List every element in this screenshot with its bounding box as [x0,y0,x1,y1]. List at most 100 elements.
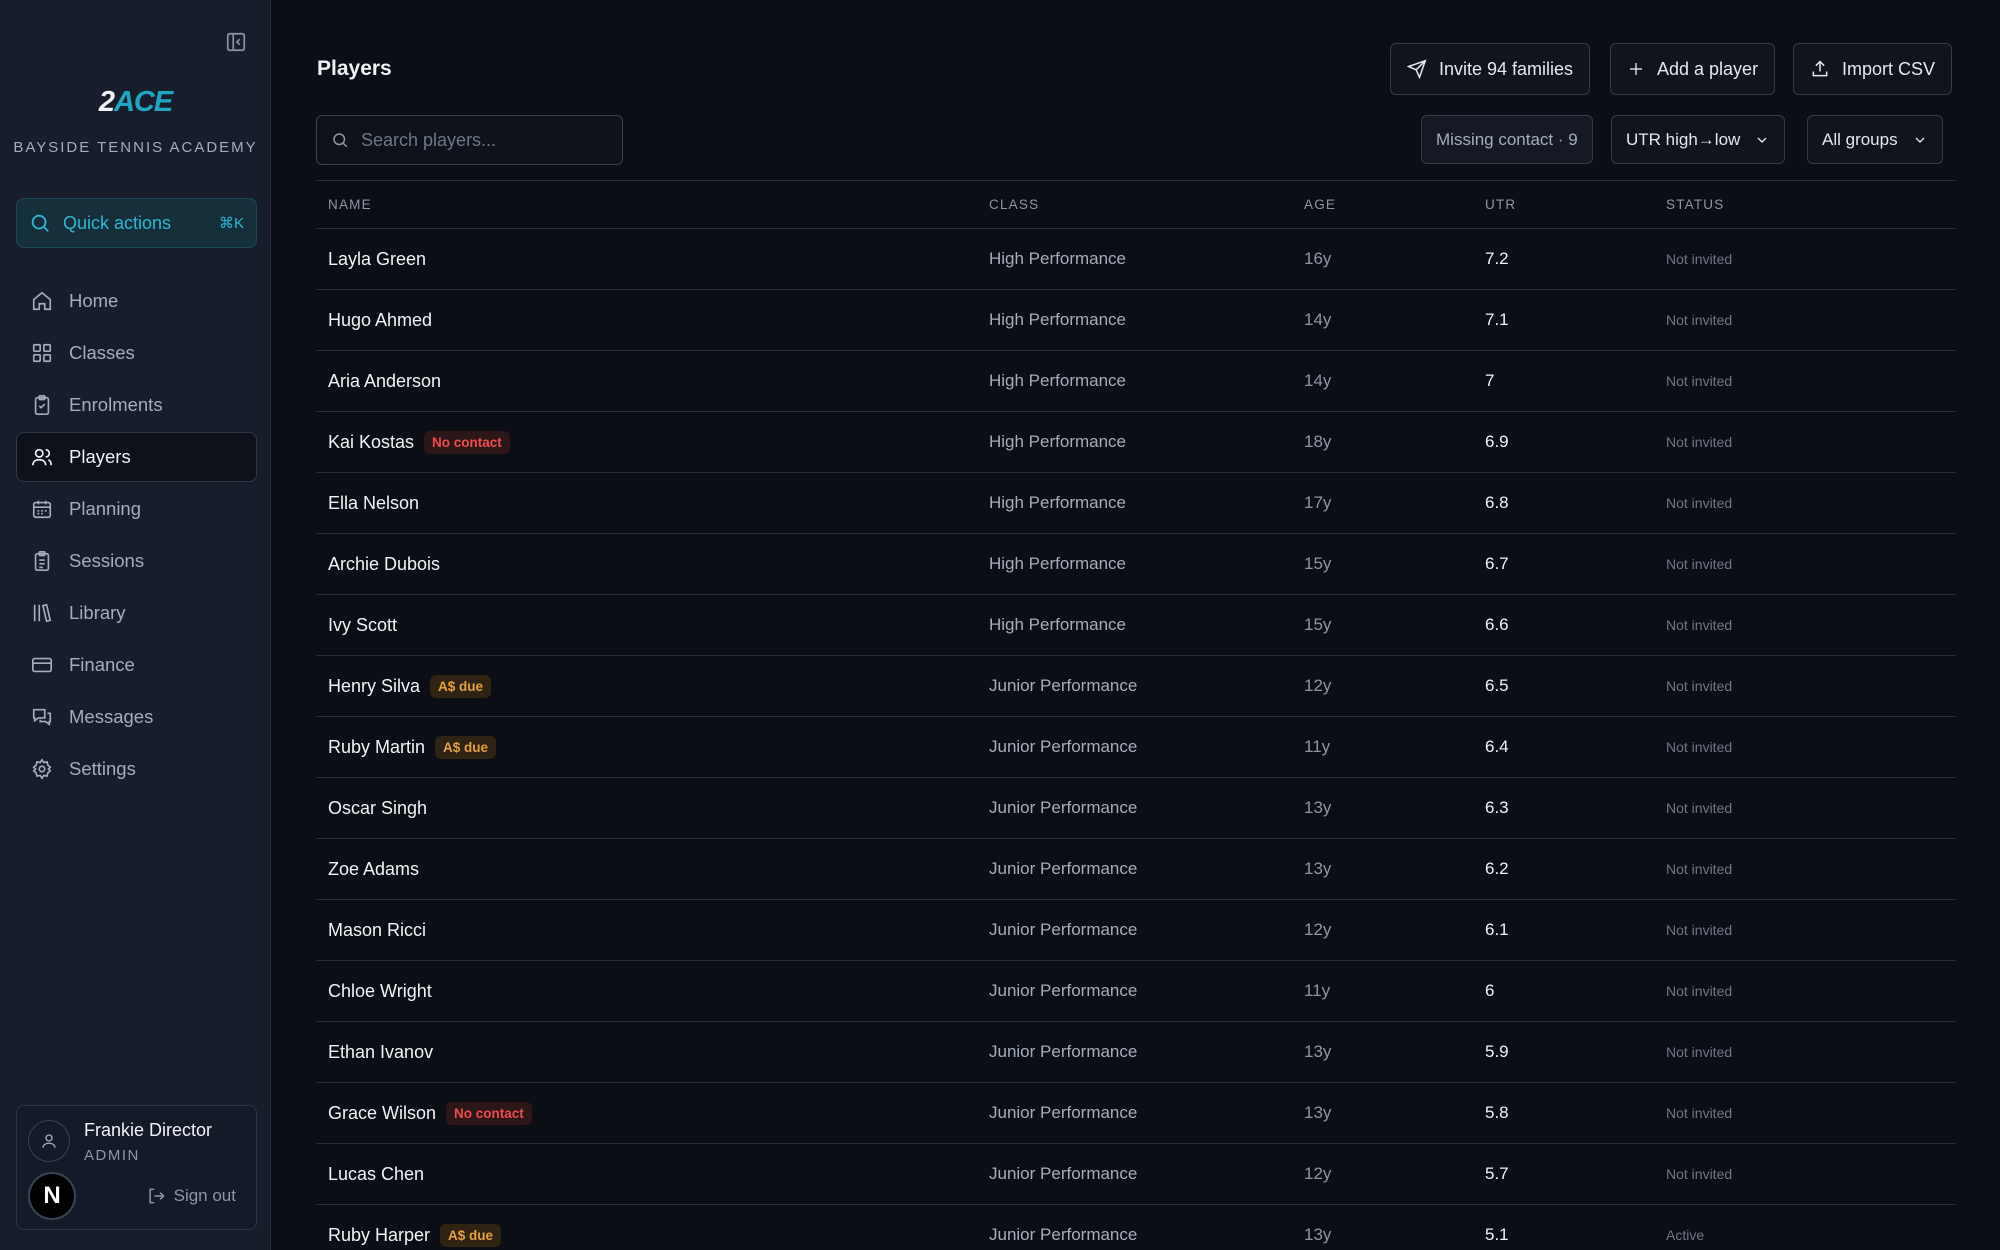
invite-families-button[interactable]: Invite 94 families [1390,43,1591,95]
cell-age: 12y [1304,920,1332,939]
quick-actions-label: Quick actions [63,212,172,233]
table-row[interactable]: Ivy Scott High Performance 15y 6.6 Not i… [316,595,1956,656]
column-header-name[interactable]: NAME [316,197,989,212]
groups-label: All groups [1822,129,1898,149]
cell-name: Ethan Ivanov [316,1042,989,1063]
quick-actions-button[interactable]: Quick actions ⌘K [16,198,257,248]
player-name[interactable]: Ruby Harper [328,1225,430,1246]
quick-actions-shortcut: ⌘K [218,215,244,232]
player-name[interactable]: Layla Green [328,249,426,270]
upload-icon [1812,60,1828,77]
player-name[interactable]: Chloe Wright [328,981,432,1002]
table-row[interactable]: Grace Wilson No contact Junior Performanc… [316,1083,1956,1144]
table-row[interactable]: Henry Silva A$ due Junior Performance 12y… [316,656,1956,717]
cell-utr: 7.2 [1485,249,1509,268]
player-name[interactable]: Ethan Ivanov [328,1042,433,1063]
sidebar: 2ACE BAYSIDE TENNIS ACADEMY Quick action… [0,0,271,1250]
groups-select[interactable]: All groups [1807,115,1943,164]
sidebar-item-library[interactable]: Library [16,588,257,638]
cell-name: Ruby Martin A$ due [316,735,989,759]
sidebar-item-label: Home [69,290,119,311]
player-name[interactable]: Kai Kostas [328,432,414,453]
gear-icon [31,758,53,780]
status-badge: Not invited [1666,922,1733,938]
table-row[interactable]: Ruby Martin A$ due Junior Performance 11y… [316,717,1956,778]
player-name[interactable]: Ivy Scott [328,615,397,636]
cell-class: Junior Performance [989,676,1138,695]
cell-utr: 5.1 [1485,1225,1509,1244]
send-icon [1407,59,1427,79]
search-input[interactable] [361,129,601,151]
player-name[interactable]: Lucas Chen [328,1164,424,1185]
chevron-down-icon [1757,137,1767,143]
sidebar-item-classes[interactable]: Classes [16,328,257,378]
column-header-class[interactable]: CLASS [989,197,1304,212]
player-name[interactable]: Ella Nelson [328,493,419,514]
cell-age: 17y [1304,493,1332,512]
table-row[interactable]: Oscar Singh Junior Performance 13y 6.3 N… [316,778,1956,839]
add-player-button[interactable]: Add a player [1610,43,1776,95]
sidebar-item-finance[interactable]: Finance [16,640,257,690]
sidebar-item-sessions[interactable]: Sessions [16,536,257,586]
table-row[interactable]: Lucas Chen Junior Performance 12y 5.7 No… [316,1144,1956,1205]
table-row[interactable]: Aria Anderson High Performance 14y 7 Not… [316,351,1956,412]
column-header-utr[interactable]: UTR [1485,197,1666,212]
users-icon [31,446,53,468]
cell-utr: 6 [1485,981,1495,1000]
add-player-label: Add a player [1657,58,1759,79]
player-name[interactable]: Hugo Ahmed [328,310,432,331]
sidebar-item-settings[interactable]: Settings [16,744,257,794]
player-name[interactable]: Oscar Singh [328,798,427,819]
logo[interactable]: 2ACE [0,86,271,119]
sidebar-item-messages[interactable]: Messages [16,692,257,742]
table-row[interactable]: Kai Kostas No contact High Performance 18… [316,412,1956,473]
table-row[interactable]: Chloe Wright Junior Performance 11y 6 No… [316,961,1956,1022]
table-row[interactable]: Mason Ricci Junior Performance 12y 6.1 N… [316,900,1956,961]
player-name[interactable]: Aria Anderson [328,371,441,392]
cell-utr: 6.4 [1485,737,1509,756]
cell-name: Oscar Singh [316,798,989,819]
user-role: ADMIN [84,1147,140,1164]
table-row[interactable]: Hugo Ahmed High Performance 14y 7.1 Not … [316,290,1956,351]
table-row[interactable]: Archie Dubois High Performance 15y 6.7 N… [316,534,1956,595]
cell-age: 11y [1304,737,1331,756]
payment-due-badge: A$ due [440,1223,502,1247]
avatar[interactable] [28,1120,70,1162]
player-name[interactable]: Ruby Martin [328,737,425,758]
table-row[interactable]: Ruby Harper A$ due Junior Performance 13y… [316,1205,1956,1250]
payment-due-badge: A$ due [430,674,492,698]
player-name[interactable]: Henry Silva [328,676,420,697]
logo-prefix: 2 [98,86,115,118]
cell-age: 16y [1304,249,1332,268]
sidebar-item-players[interactable]: Players [16,432,257,482]
column-header-age[interactable]: AGE [1304,197,1485,212]
table-row[interactable]: Ella Nelson High Performance 17y 6.8 Not… [316,473,1956,534]
player-name[interactable]: Mason Ricci [328,920,426,941]
column-header-status[interactable]: STATUS [1666,197,1956,212]
table-row[interactable]: Zoe Adams Junior Performance 13y 6.2 Not… [316,839,1956,900]
search-field[interactable] [316,115,623,165]
sidebar-collapse-icon[interactable] [224,30,248,54]
cell-age: 11y [1304,981,1331,1000]
missing-contact-filter[interactable]: Missing contact · 9 [1421,115,1593,164]
player-name[interactable]: Archie Dubois [328,554,440,575]
cell-name: Henry Silva A$ due [316,674,989,698]
sidebar-item-enrolments[interactable]: Enrolments [16,380,257,430]
player-name[interactable]: Zoe Adams [328,859,419,880]
status-badge: Not invited [1666,617,1733,633]
sidebar-item-label: Classes [69,342,135,363]
sign-out-button[interactable]: Sign out [146,1186,236,1206]
player-name[interactable]: Grace Wilson [328,1103,436,1124]
sort-select[interactable]: UTR high→low [1611,115,1786,164]
workspace-badge[interactable]: N [28,1172,76,1220]
cell-class: High Performance [989,554,1127,573]
import-csv-button[interactable]: Import CSV [1793,43,1953,95]
sidebar-item-home[interactable]: Home [16,276,257,326]
cell-utr: 7 [1485,371,1495,390]
cell-class: Junior Performance [989,798,1138,817]
table-row[interactable]: Layla Green High Performance 16y 7.2 Not… [316,229,1956,290]
user-icon [42,1134,56,1148]
sidebar-item-planning[interactable]: Planning [16,484,257,534]
table-row[interactable]: Ethan Ivanov Junior Performance 13y 5.9 … [316,1022,1956,1083]
cell-age: 12y [1304,1164,1332,1183]
